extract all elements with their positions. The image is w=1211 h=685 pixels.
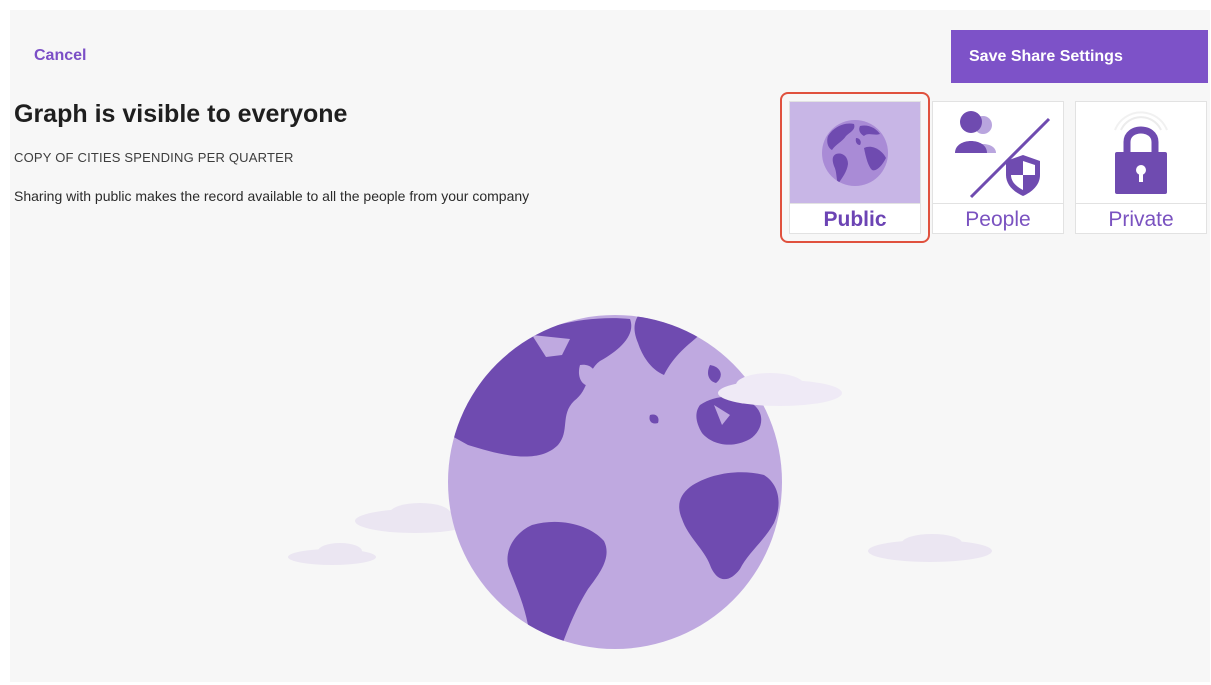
cancel-button[interactable]: Cancel: [34, 47, 86, 65]
visibility-option-people[interactable]: People: [932, 101, 1064, 234]
sharing-description: Sharing with public makes the record ava…: [14, 188, 530, 204]
public-icon-area: [790, 102, 920, 203]
people-option-label: People: [933, 203, 1063, 236]
visibility-option-public[interactable]: Public: [789, 101, 921, 234]
visibility-option-private[interactable]: Private: [1075, 101, 1207, 234]
private-icon-area: [1076, 102, 1206, 203]
globe-icon: [822, 119, 888, 186]
people-icon-area: [933, 102, 1063, 203]
page-title: Graph is visible to everyone: [14, 100, 348, 128]
globe-illustration: [288, 315, 992, 649]
private-option-label: Private: [1076, 203, 1206, 236]
save-share-settings-button[interactable]: Save Share Settings: [951, 30, 1208, 83]
public-option-label: Public: [790, 203, 920, 236]
people-shield-icon: [955, 111, 1051, 199]
padlock-icon: [1114, 110, 1168, 194]
record-name: COPY OF CITIES SPENDING PER QUARTER: [14, 150, 294, 165]
